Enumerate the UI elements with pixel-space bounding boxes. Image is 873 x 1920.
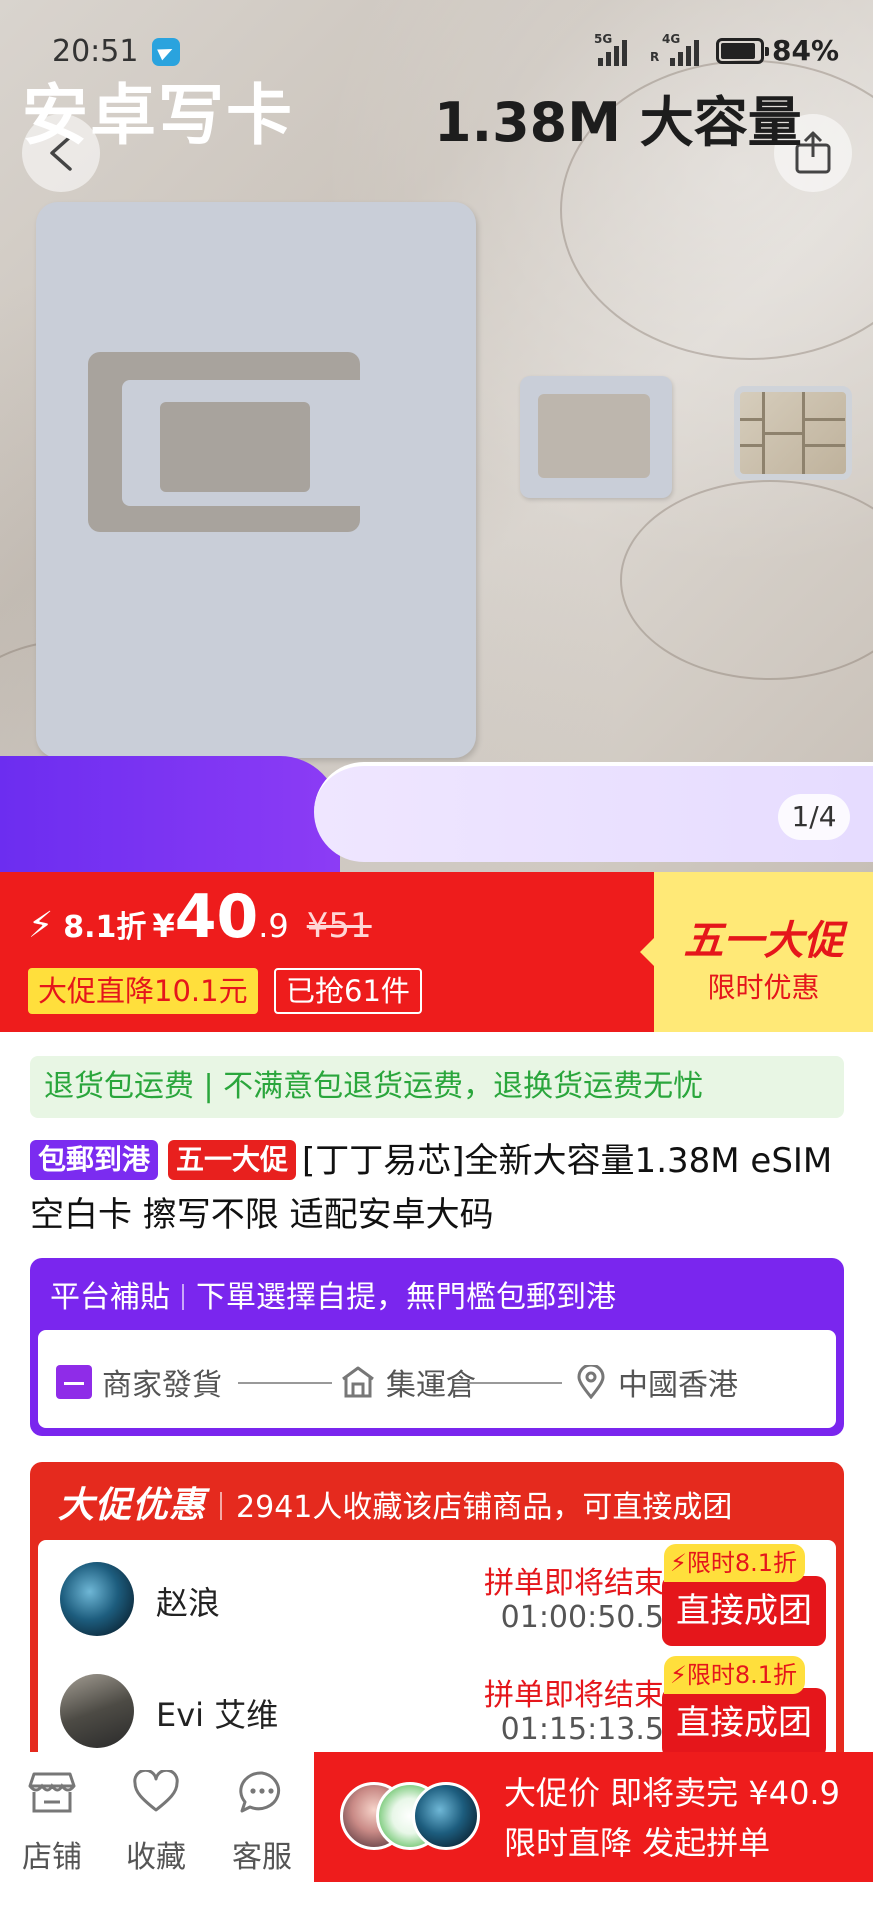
flash-discount-tag: ⚡限时8.1折	[664, 1544, 806, 1582]
join-group-button[interactable]: 直接成团	[662, 1688, 826, 1758]
avatar	[60, 1562, 134, 1636]
deal-header: 大促优惠 2941人收藏该店铺商品，可直接成团	[58, 1476, 732, 1528]
group-deal-card: 大促优惠 2941人收藏该店铺商品，可直接成团 赵浪 拼单即将结束 01:00:5…	[30, 1462, 844, 1800]
signal-5g-icon: 5G	[594, 32, 627, 66]
buyer-avatar	[412, 1782, 480, 1850]
tab-store-label: 店铺	[22, 1840, 82, 1875]
flash-discount-label: 限时8.1折	[686, 1661, 798, 1689]
tab-store[interactable]: 店铺	[4, 1770, 100, 1876]
platform-subsidy-card[interactable]: 平台補貼 下單選擇自提，無門檻包郵到港 商家發貨 集運倉 中國香港	[30, 1258, 844, 1436]
bottom-action-bar: 店铺 收藏 客服 大促价 即将卖完 ¥40.9 限时直降 发起拼单	[0, 1752, 873, 1920]
tab-service-label: 客服	[232, 1840, 292, 1875]
price-decimal: .9	[258, 907, 289, 945]
battery-percent: 84%	[772, 34, 840, 67]
location-pin-icon	[577, 1365, 605, 1399]
group-status: 拼单即将结束	[484, 1566, 664, 1601]
roaming-label: R	[650, 50, 660, 64]
original-price: ¥51	[306, 906, 372, 946]
banner-left-panel	[0, 756, 340, 872]
shipping-badge: 包郵到港	[30, 1140, 159, 1180]
join-group-button[interactable]: 直接成团	[662, 1576, 826, 1646]
product-info: 退货包运费 | 不满意包退货运费，退换货运费无忧 包郵到港 五一大促 [丁丁易芯]全…	[0, 1032, 873, 1800]
user-name: 赵浪	[156, 1584, 221, 1622]
subsidy-header: 平台補貼 下單選擇自提，無門檻包郵到港	[50, 1272, 616, 1316]
return-shipping-banner[interactable]: 退货包运费 | 不满意包退货运费，退换货运费无忧	[30, 1056, 844, 1118]
signal-5g-label: 5G	[594, 32, 613, 46]
battery-icon	[716, 38, 769, 64]
product-image-gallery[interactable]: 20:51 5G 4G R 84% 安卓写卡 1.38M 大容量 1/4	[0, 0, 873, 872]
route-line	[238, 1382, 332, 1384]
sim-chip	[734, 386, 852, 480]
promo-title: 五一大促	[683, 918, 844, 964]
subsidy-label: 平台補貼	[50, 1280, 170, 1315]
heart-icon	[133, 1768, 179, 1812]
route-destination-label: 中國香港	[618, 1368, 738, 1403]
chat-icon	[239, 1771, 281, 1813]
route-merchant: 商家發貨	[56, 1360, 222, 1404]
user-name: Evi 艾维	[156, 1696, 279, 1734]
sim-card-adapter	[520, 376, 672, 498]
group-timer: 01:00:50.5	[500, 1600, 664, 1635]
promo-box: 五一大促 限时优惠	[640, 872, 873, 1032]
price-bar: ⚡ 8.1折 ¥ 40 .9 ¥51 大促直降10.1元 已抢61件 五一大促 …	[0, 872, 873, 1032]
warehouse-icon	[342, 1366, 374, 1398]
promo-badge: 五一大促	[168, 1140, 297, 1180]
image-pager: 1/4	[778, 794, 850, 840]
sold-count-tag: 已抢61件	[274, 968, 422, 1014]
route-warehouse-label: 集運倉	[386, 1368, 476, 1403]
signal-4g-icon: 4G R	[650, 32, 699, 66]
discount-rate: 8.1折	[63, 910, 147, 945]
cta-action-line: 限时直降 发起拼单	[504, 1824, 771, 1862]
promo-subtitle: 限时优惠	[707, 971, 820, 1004]
start-group-buy-button[interactable]: 大促价 即将卖完 ¥40.9 限时直降 发起拼单	[314, 1752, 873, 1882]
price-line: ⚡ 8.1折 ¥ 40 .9 ¥51	[28, 882, 372, 952]
price-drop-tag: 大促直降10.1元	[28, 968, 258, 1014]
currency-symbol: ¥	[152, 907, 175, 945]
group-row: 赵浪 拼单即将结束 01:00:50.5 直接成团 ⚡限时8.1折	[38, 1540, 836, 1652]
cta-price-line: 大促价 即将卖完 ¥40.9	[504, 1774, 840, 1812]
group-status: 拼单即将结束	[484, 1678, 664, 1713]
avatar	[60, 1674, 134, 1748]
route-destination: 中國香港	[576, 1360, 738, 1404]
marble-vein	[620, 480, 873, 680]
subsidy-text: 下單選擇自提，無門檻包郵到港	[196, 1280, 616, 1315]
shipping-route: 商家發貨 集運倉 中國香港	[38, 1330, 836, 1428]
route-warehouse: 集運倉	[340, 1360, 476, 1404]
gallery-banner	[0, 706, 873, 872]
signal-4g-label: 4G	[662, 32, 681, 46]
package-icon	[56, 1365, 92, 1399]
route-merchant-label: 商家發貨	[102, 1368, 222, 1403]
price-integer: 40	[174, 882, 259, 952]
store-icon	[28, 1772, 76, 1813]
sim-card-frame-large	[36, 202, 476, 758]
banner-capacity: 1.38M 大容量	[434, 91, 802, 154]
lightning-icon: ⚡	[28, 905, 54, 946]
tab-service[interactable]: 客服	[214, 1770, 310, 1876]
flash-discount-tag: ⚡限时8.1折	[664, 1656, 806, 1694]
deal-label: 大促优惠	[58, 1485, 207, 1526]
flash-discount-label: 限时8.1折	[686, 1549, 798, 1577]
tab-favorite-label: 收藏	[126, 1840, 186, 1875]
group-timer: 01:15:13.5	[500, 1712, 664, 1747]
banner-title: 安卓写卡	[22, 77, 294, 154]
tab-favorite[interactable]: 收藏	[108, 1768, 204, 1876]
route-line	[468, 1382, 562, 1384]
product-title: 包郵到港 五一大促 [丁丁易芯]全新大容量1.38M eSIM 空白卡 擦写不限 适…	[30, 1134, 850, 1242]
group-row: Evi 艾维 拼单即将结束 01:15:13.5 直接成团 ⚡限时8.1折	[38, 1652, 836, 1764]
deal-text: 2941人收藏该店铺商品，可直接成团	[236, 1490, 733, 1525]
